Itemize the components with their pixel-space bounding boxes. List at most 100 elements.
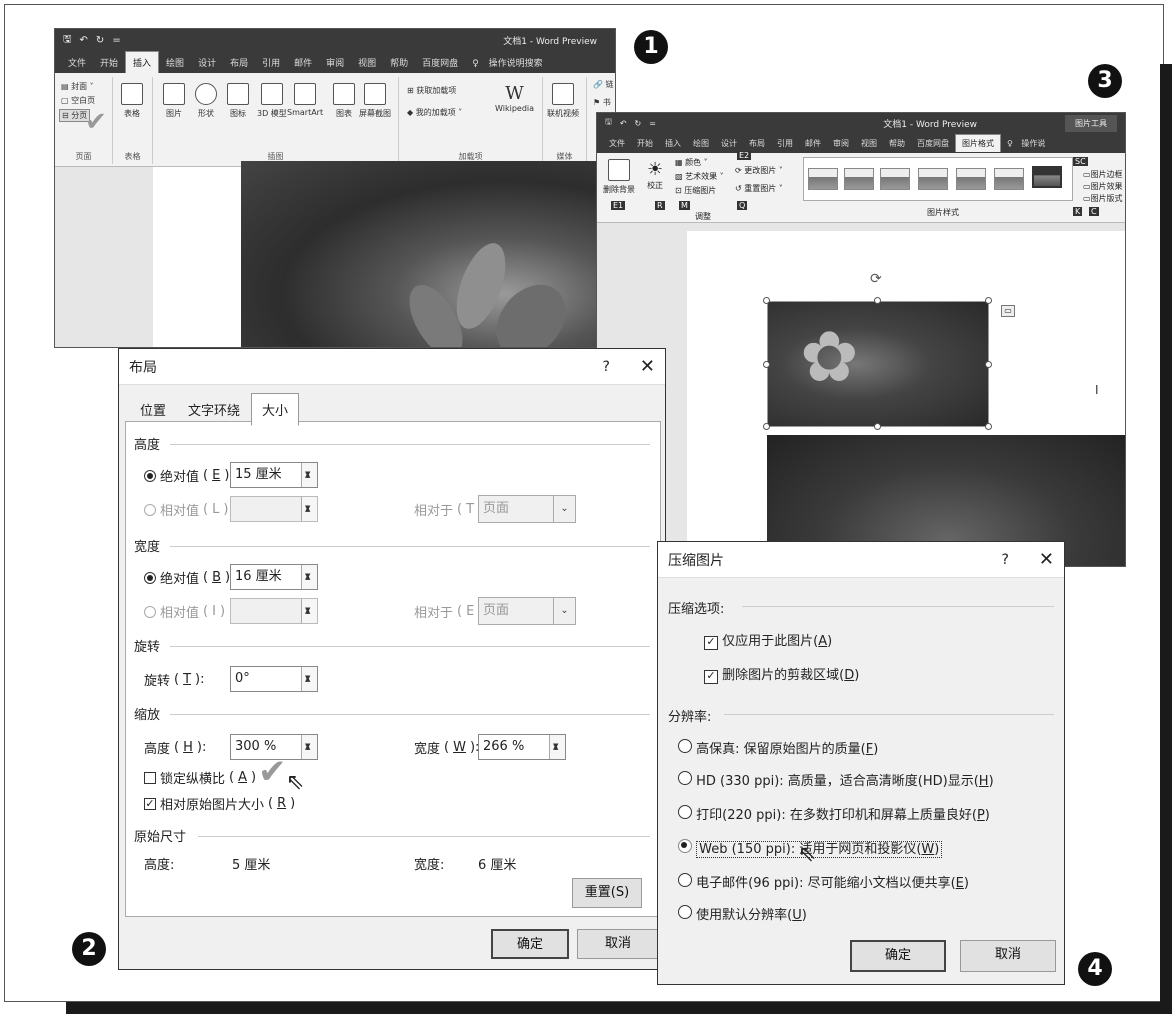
width-relative-input[interactable] xyxy=(230,598,318,624)
width-absolute-radio[interactable]: 绝对值(B) xyxy=(144,568,230,587)
color-button[interactable]: ▦ 颜色 ˅ xyxy=(675,157,708,168)
icons-button[interactable]: 图标 xyxy=(227,83,249,119)
resize-handle[interactable] xyxy=(985,297,992,304)
picture-style-option[interactable] xyxy=(808,168,838,190)
picture-border-button[interactable]: ▭图片边框 xyxy=(1083,169,1123,180)
tell-me-search[interactable]: ♀ 操作说明搜索 xyxy=(465,52,556,73)
reset-picture-button[interactable]: ↺ 重置图片 ˅ xyxy=(735,183,783,194)
pictures-button[interactable]: 图片 xyxy=(163,83,185,119)
picture-style-option[interactable] xyxy=(918,168,948,190)
height-relative-to-select[interactable]: 页面 ⌄ xyxy=(478,495,576,523)
tab-help[interactable]: 帮助 xyxy=(883,135,911,152)
cancel-button[interactable]: 取消 xyxy=(960,940,1056,972)
resize-handle[interactable] xyxy=(763,361,770,368)
close-button[interactable]: ✕ xyxy=(1039,549,1054,570)
spin-buttons[interactable] xyxy=(549,734,565,759)
tab-home[interactable]: 开始 xyxy=(93,52,125,73)
tab-layout[interactable]: 布局 xyxy=(743,135,771,152)
wikipedia-button[interactable]: W Wikipedia xyxy=(495,83,534,113)
tab-draw[interactable]: 绘图 xyxy=(687,135,715,152)
qat-more-icon[interactable]: = xyxy=(112,35,120,46)
screenshot-button[interactable]: 屏幕截图 xyxy=(359,83,391,119)
tab-design[interactable]: 设计 xyxy=(191,52,223,73)
artistic-effects-button[interactable]: ▧ 艺术效果 ˅ xyxy=(675,171,724,182)
resize-handle[interactable] xyxy=(985,423,992,430)
width-absolute-input[interactable]: 16 厘米 xyxy=(230,564,318,590)
resolution-email-radio[interactable]: 电子邮件(96 ppi): 尽可能缩小文档以便共享(E) xyxy=(678,872,969,891)
online-video-button[interactable]: 联机视频 xyxy=(547,83,579,119)
tab-file[interactable]: 文件 xyxy=(603,135,631,152)
tab-review[interactable]: 审阅 xyxy=(319,52,351,73)
3d-models-button[interactable]: 3D 模型 xyxy=(257,83,287,119)
height-absolute-radio[interactable]: 绝对值(E) xyxy=(144,466,229,485)
tab-references[interactable]: 引用 xyxy=(255,52,287,73)
resize-handle[interactable] xyxy=(763,297,770,304)
picture-style-option[interactable] xyxy=(1032,166,1062,188)
cancel-button[interactable]: 取消 xyxy=(577,929,659,959)
scale-width-input[interactable]: 266 % xyxy=(478,734,566,760)
delete-crop-checkbox[interactable]: ✓ 删除图片的剪裁区域(D) xyxy=(704,664,859,684)
tell-me-search[interactable]: ♀ 操作说 xyxy=(1001,135,1057,152)
width-relative-to-select[interactable]: 页面 ⌄ xyxy=(478,597,576,625)
tab-references[interactable]: 引用 xyxy=(771,135,799,152)
width-relative-radio[interactable]: 相对值(I) xyxy=(144,602,225,621)
tab-view[interactable]: 视图 xyxy=(351,52,383,73)
spin-buttons[interactable] xyxy=(301,666,317,691)
resolution-print-radio[interactable]: 打印(220 ppi): 在多数打印机和屏幕上质量良好(P) xyxy=(678,804,990,823)
tab-review[interactable]: 审阅 xyxy=(827,135,855,152)
lock-aspect-checkbox[interactable]: 锁定纵横比(A) xyxy=(144,768,256,787)
picture-style-option[interactable] xyxy=(844,168,874,190)
my-addins-button[interactable]: ◆ 我的加载项 ˅ xyxy=(407,107,462,118)
tab-home[interactable]: 开始 xyxy=(631,135,659,152)
resize-handle[interactable] xyxy=(874,297,881,304)
help-button[interactable]: ? xyxy=(1001,552,1008,568)
tab-help[interactable]: 帮助 xyxy=(383,52,415,73)
spin-buttons[interactable] xyxy=(301,462,317,487)
tab-design[interactable]: 设计 xyxy=(715,135,743,152)
resize-handle[interactable] xyxy=(874,423,881,430)
bookmark-button[interactable]: ⚑ 书 xyxy=(593,97,611,108)
picture-style-option[interactable] xyxy=(994,168,1024,190)
layout-options-icon[interactable]: ▭ xyxy=(1001,305,1015,317)
picture-style-option[interactable] xyxy=(880,168,910,190)
tab-view[interactable]: 视图 xyxy=(855,135,883,152)
undo-icon[interactable]: ↶ xyxy=(620,119,627,128)
link-button[interactable]: 🔗 链 xyxy=(593,79,614,90)
inserted-photo[interactable] xyxy=(241,161,615,347)
rotate-handle-icon[interactable]: ⟳ xyxy=(870,271,882,287)
tab-insert[interactable]: 插入 xyxy=(125,51,160,73)
table-button[interactable]: 表格 xyxy=(121,83,143,119)
tab-mailings[interactable]: 邮件 xyxy=(287,52,319,73)
tab-size[interactable]: 大小 xyxy=(251,393,300,426)
height-relative-radio[interactable]: 相对值(L) xyxy=(144,500,228,519)
relative-original-checkbox[interactable]: ✓ 相对原始图片大小(R) xyxy=(144,794,295,813)
redo-icon[interactable]: ↻ xyxy=(635,119,642,128)
redo-icon[interactable]: ↻ xyxy=(96,35,104,46)
tab-file[interactable]: 文件 xyxy=(61,52,93,73)
picture-style-option[interactable] xyxy=(956,168,986,190)
height-relative-input[interactable] xyxy=(230,496,318,522)
resolution-high-fidelity-radio[interactable]: 高保真: 保留原始图片的质量(F) xyxy=(678,738,878,757)
smartart-button[interactable]: SmartArt xyxy=(287,83,323,117)
spin-buttons[interactable] xyxy=(301,496,317,521)
save-icon[interactable]: 🖫 xyxy=(605,116,612,130)
qat-more-icon[interactable]: = xyxy=(649,119,656,128)
get-addins-button[interactable]: ⊞ 获取加载项 xyxy=(407,85,456,96)
picture-layout-button[interactable]: ▭图片版式 xyxy=(1083,193,1123,204)
chart-button[interactable]: 图表 xyxy=(333,83,355,119)
help-button[interactable]: ? xyxy=(602,359,609,375)
undo-icon[interactable]: ↶ xyxy=(80,35,88,46)
cover-page-button[interactable]: ▤ 封面 ˅ xyxy=(61,81,94,92)
tab-insert[interactable]: 插入 xyxy=(659,135,687,152)
ok-button[interactable]: 确定 xyxy=(491,929,569,959)
resize-handle[interactable] xyxy=(763,423,770,430)
picture-effects-button[interactable]: ▭图片效果 xyxy=(1083,181,1123,192)
resolution-hd-radio[interactable]: HD (330 ppi): 高质量，适合高清晰度(HD)显示(H) xyxy=(678,770,994,789)
spin-buttons[interactable] xyxy=(301,734,317,759)
save-icon[interactable]: 🖫 xyxy=(63,32,72,49)
blank-page-button[interactable]: ▢ 空白页 xyxy=(61,95,95,106)
resolution-default-radio[interactable]: 使用默认分辨率(U) xyxy=(678,904,807,923)
shapes-button[interactable]: 形状 xyxy=(195,83,217,119)
tab-baidu[interactable]: 百度网盘 xyxy=(911,135,955,152)
remove-background-button[interactable]: 删除背景 xyxy=(603,159,635,195)
